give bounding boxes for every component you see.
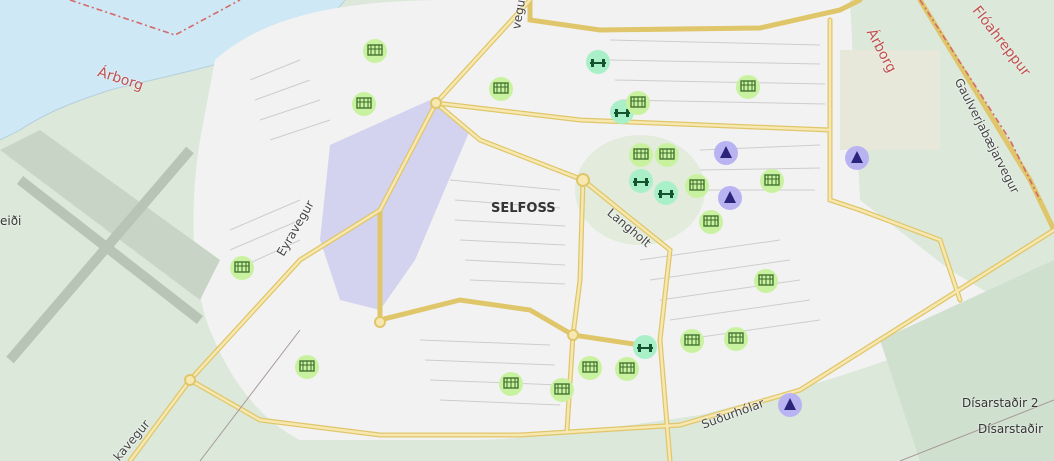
playground-icon (503, 375, 519, 394)
poi-marker-park[interactable] (363, 39, 387, 63)
poi-marker-park[interactable] (655, 143, 679, 167)
playground-icon (554, 381, 570, 400)
playground-icon (619, 360, 635, 379)
playground-icon (659, 146, 675, 165)
poi-marker-park[interactable] (760, 169, 784, 193)
poi-marker-culture[interactable] (718, 186, 742, 210)
poi-marker-sport[interactable] (586, 50, 610, 74)
poi-marker-park[interactable] (230, 256, 254, 280)
poi-marker-park[interactable] (626, 91, 650, 115)
fitness-icon (632, 172, 650, 191)
poi-marker-park[interactable] (499, 372, 523, 396)
playground-icon (764, 172, 780, 191)
culture-icon (783, 396, 797, 415)
culture-icon (719, 144, 733, 163)
playground-icon (582, 359, 598, 378)
poi-marker-culture[interactable] (714, 141, 738, 165)
east-field (840, 50, 940, 150)
fitness-icon (636, 338, 654, 357)
fitness-icon (589, 53, 607, 72)
poi-marker-park[interactable] (550, 378, 574, 402)
playground-icon (633, 146, 649, 165)
playground-icon (758, 272, 774, 291)
poi-marker-park[interactable] (578, 356, 602, 380)
playground-icon (740, 78, 756, 97)
poi-marker-culture[interactable] (778, 393, 802, 417)
poi-marker-sport[interactable] (629, 169, 653, 193)
playground-icon (684, 332, 700, 351)
poi-marker-park[interactable] (685, 174, 709, 198)
map-base-layer (0, 0, 1054, 461)
playground-icon (356, 95, 372, 114)
playground-icon (728, 330, 744, 349)
poi-marker-park[interactable] (629, 143, 653, 167)
playground-icon (703, 213, 719, 232)
map-canvas[interactable]: SELFOSS Árborg Árborg Flóahreppur Eyrave… (0, 0, 1054, 461)
poi-marker-culture[interactable] (845, 146, 869, 170)
playground-icon (493, 80, 509, 99)
poi-marker-park[interactable] (295, 355, 319, 379)
playground-icon (367, 42, 383, 61)
poi-marker-park[interactable] (680, 329, 704, 353)
culture-icon (850, 149, 864, 168)
culture-icon (723, 189, 737, 208)
poi-marker-park[interactable] (615, 357, 639, 381)
poi-marker-park[interactable] (754, 269, 778, 293)
poi-marker-park[interactable] (736, 75, 760, 99)
poi-marker-park[interactable] (724, 327, 748, 351)
playground-icon (689, 177, 705, 196)
fitness-icon (657, 184, 675, 203)
poi-marker-sport[interactable] (633, 335, 657, 359)
poi-marker-park[interactable] (352, 92, 376, 116)
playground-icon (299, 358, 315, 377)
poi-marker-park[interactable] (489, 77, 513, 101)
playground-icon (630, 94, 646, 113)
poi-marker-sport[interactable] (654, 181, 678, 205)
poi-marker-park[interactable] (699, 210, 723, 234)
playground-icon (234, 259, 250, 278)
